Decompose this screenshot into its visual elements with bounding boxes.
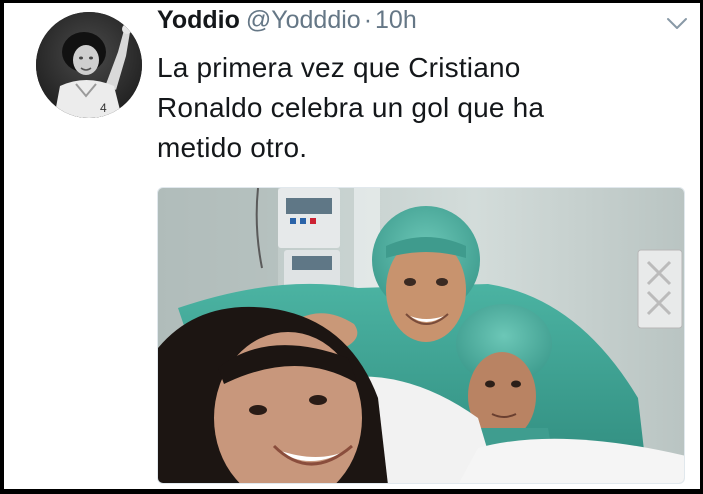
frame-border-left bbox=[0, 0, 4, 494]
tweet-text-line: metido otro. bbox=[157, 132, 308, 163]
frame-border-bottom bbox=[0, 489, 703, 494]
frame-border-top bbox=[0, 0, 703, 3]
tweet-text-line: La primera vez que Cristiano bbox=[157, 52, 521, 83]
tweet-text-line: Ronaldo celebra un gol que ha bbox=[157, 92, 545, 123]
avatar-image: 4 bbox=[36, 12, 142, 118]
tweet-header: Yoddio @Yodddio · 10h bbox=[157, 6, 417, 40]
tweet-text: La primera vez que Cristiano Ronaldo cel… bbox=[157, 48, 657, 168]
avatar[interactable]: 4 bbox=[36, 12, 142, 118]
chevron-down-icon[interactable] bbox=[665, 16, 689, 32]
user-handle[interactable]: @Yodddio bbox=[246, 6, 361, 35]
tweet-media-photo[interactable] bbox=[157, 187, 685, 484]
svg-text:4: 4 bbox=[100, 101, 107, 115]
display-name[interactable]: Yoddio bbox=[157, 6, 240, 35]
separator-dot: · bbox=[363, 6, 373, 34]
tweet-timestamp[interactable]: 10h bbox=[375, 6, 417, 35]
photo-illustration bbox=[158, 188, 684, 483]
